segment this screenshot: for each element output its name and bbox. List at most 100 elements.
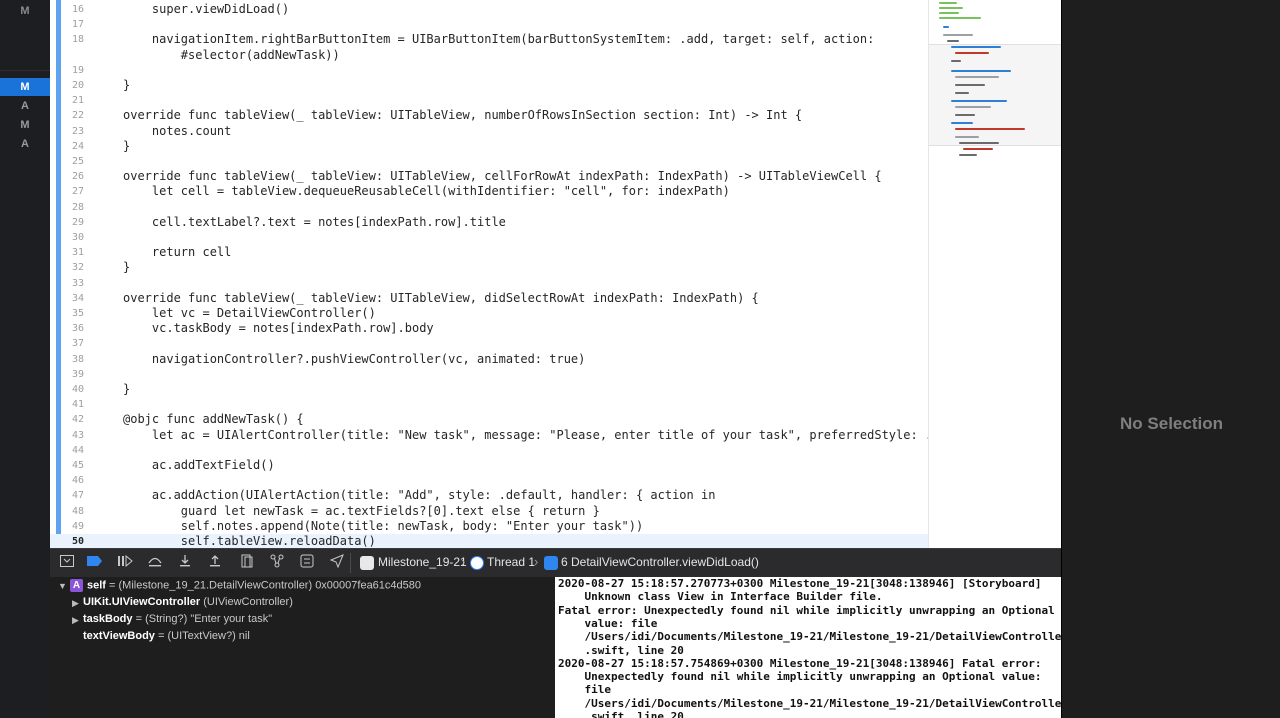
code-line[interactable]: 20}	[50, 78, 928, 93]
line-number[interactable]: 31	[50, 245, 84, 260]
variable-row-taskbody[interactable]: ▶ taskBody = (String?) "Enter your task"	[72, 613, 272, 630]
code-line[interactable]: 35 let vc = DetailViewController()	[50, 306, 928, 321]
code-text[interactable]: @objc func addNewTask() {	[123, 412, 304, 427]
line-number[interactable]: 17	[50, 17, 84, 32]
code-line[interactable]: 17	[50, 17, 928, 32]
line-number[interactable]: 34	[50, 291, 84, 306]
code-text[interactable]: }	[123, 78, 130, 93]
code-text[interactable]: #selector(addNewTask))	[123, 48, 340, 63]
code-text[interactable]: }	[123, 260, 130, 275]
breadcrumb-frame[interactable]: 6 DetailViewController.viewDidLoad()	[561, 555, 759, 569]
simulate-location-icon[interactable]	[328, 554, 346, 572]
step-over-icon[interactable]	[146, 554, 164, 572]
line-number[interactable]: 47	[50, 488, 84, 503]
code-line[interactable]: 21	[50, 93, 928, 108]
current-code-line[interactable]: 50 self.tableView.reloadData()	[50, 534, 928, 548]
code-text[interactable]: ac.addAction(UIAlertAction(title: "Add",…	[123, 488, 716, 503]
code-text[interactable]: super.viewDidLoad()	[123, 2, 289, 17]
line-number[interactable]: 27	[50, 184, 84, 199]
code-text[interactable]: }	[123, 382, 130, 397]
variable-row-textviewbody[interactable]: textViewBody = (UITextView?) nil	[83, 630, 250, 647]
code-line[interactable]: 39	[50, 367, 928, 382]
minimap-viewport[interactable]	[929, 44, 1061, 146]
breadcrumb-thread[interactable]: Thread 1	[487, 555, 535, 569]
line-number[interactable]: 22	[50, 108, 84, 123]
line-number[interactable]: 19	[50, 63, 84, 78]
line-number[interactable]: 37	[50, 336, 84, 351]
line-number[interactable]: 18	[50, 32, 84, 47]
line-number[interactable]: 26	[50, 169, 84, 184]
code-text[interactable]: navigationItem.rightBarButtonItem = UIBa…	[123, 32, 874, 47]
line-number[interactable]: 44	[50, 443, 84, 458]
status-badge[interactable]: M	[0, 2, 50, 20]
environment-overrides-icon[interactable]	[298, 554, 316, 572]
line-number[interactable]: 23	[50, 124, 84, 139]
code-line[interactable]: 38 navigationController?.pushViewControl…	[50, 352, 928, 367]
line-number[interactable]: 45	[50, 458, 84, 473]
code-text[interactable]: let cell = tableView.dequeueReusableCell…	[123, 184, 730, 199]
code-line[interactable]: 16 super.viewDidLoad()	[50, 2, 928, 17]
code-line[interactable]: 47 ac.addAction(UIAlertAction(title: "Ad…	[50, 488, 928, 503]
code-line[interactable]: 40}	[50, 382, 928, 397]
line-number[interactable]: 16	[50, 2, 84, 17]
code-line[interactable]: 31 return cell	[50, 245, 928, 260]
code-text[interactable]: cell.textLabel?.text = notes[indexPath.r…	[123, 215, 506, 230]
code-line[interactable]: 36 vc.taskBody = notes[indexPath.row].bo…	[50, 321, 928, 336]
step-into-icon[interactable]	[176, 554, 194, 572]
code-line[interactable]: 33	[50, 276, 928, 291]
code-text[interactable]: override func tableView(_ tableView: UIT…	[123, 108, 802, 123]
variable-row-self[interactable]: ▼ Aself = (Milestone_19_21.DetailViewCon…	[58, 579, 421, 596]
memory-graph-icon[interactable]	[268, 554, 286, 572]
line-number[interactable]: 42	[50, 412, 84, 427]
line-number[interactable]: 36	[50, 321, 84, 336]
status-badge-modified[interactable]: M	[0, 116, 50, 134]
continue-icon[interactable]	[116, 554, 134, 572]
variables-view[interactable]: ▼ Aself = (Milestone_19_21.DetailViewCon…	[50, 577, 555, 718]
line-number[interactable]: 41	[50, 397, 84, 412]
code-text[interactable]: notes.count	[123, 124, 231, 139]
code-line[interactable]: #selector(addNewTask))	[50, 48, 928, 63]
step-out-icon[interactable]	[206, 554, 224, 572]
line-number[interactable]: 33	[50, 276, 84, 291]
line-number[interactable]: 38	[50, 352, 84, 367]
code-line[interactable]: 49 self.notes.append(Note(title: newTask…	[50, 519, 928, 534]
line-number[interactable]: 43	[50, 428, 84, 443]
disclosure-collapsed-icon[interactable]: ▶	[72, 598, 79, 609]
line-number[interactable]: 28	[50, 200, 84, 215]
hide-debug-area-icon[interactable]	[58, 554, 76, 572]
line-number[interactable]: 24	[50, 139, 84, 154]
line-number[interactable]: 20	[50, 78, 84, 93]
code-text[interactable]: ac.addTextField()	[123, 458, 275, 473]
code-text[interactable]: navigationController?.pushViewController…	[123, 352, 585, 367]
line-number[interactable]: 32	[50, 260, 84, 275]
code-text[interactable]: self.notes.append(Note(title: newTask, b…	[123, 519, 643, 534]
line-number[interactable]: 21	[50, 93, 84, 108]
line-number[interactable]: 35	[50, 306, 84, 321]
minimap[interactable]	[928, 0, 1061, 548]
breadcrumb-process[interactable]: Milestone_19-21	[378, 555, 467, 569]
code-text[interactable]: self.tableView.reloadData()	[123, 534, 376, 548]
code-text[interactable]: let ac = UIAlertController(title: "New t…	[123, 428, 928, 443]
code-editor[interactable]: 16 super.viewDidLoad() 17 18 navigationIte…	[50, 0, 928, 548]
status-badge-added[interactable]: A	[0, 97, 50, 115]
line-number[interactable]: 30	[50, 230, 84, 245]
line-number[interactable]: 29	[50, 215, 84, 230]
code-line[interactable]: 45 ac.addTextField()	[50, 458, 928, 473]
code-text[interactable]: vc.taskBody = notes[indexPath.row].body	[123, 321, 434, 336]
code-line[interactable]: 28	[50, 200, 928, 215]
code-text[interactable]: override func tableView(_ tableView: UIT…	[123, 291, 759, 306]
code-line[interactable]: 23 notes.count	[50, 124, 928, 139]
line-number[interactable]: 40	[50, 382, 84, 397]
code-line[interactable]: 29 cell.textLabel?.text = notes[indexPat…	[50, 215, 928, 230]
code-line[interactable]: 44	[50, 443, 928, 458]
line-number[interactable]: 46	[50, 473, 84, 488]
line-number[interactable]: 48	[50, 504, 84, 519]
code-text[interactable]: override func tableView(_ tableView: UIT…	[123, 169, 882, 184]
code-line[interactable]: 30	[50, 230, 928, 245]
debug-console[interactable]: 2020-08-27 15:18:57.270773+0300 Mileston…	[555, 577, 1061, 718]
code-line[interactable]: 43 let ac = UIAlertController(title: "Ne…	[50, 428, 928, 443]
code-line[interactable]: 25	[50, 154, 928, 169]
code-line[interactable]: 37	[50, 336, 928, 351]
code-line[interactable]: 32}	[50, 260, 928, 275]
code-text[interactable]: guard let newTask = ac.textFields?[0].te…	[123, 504, 600, 519]
